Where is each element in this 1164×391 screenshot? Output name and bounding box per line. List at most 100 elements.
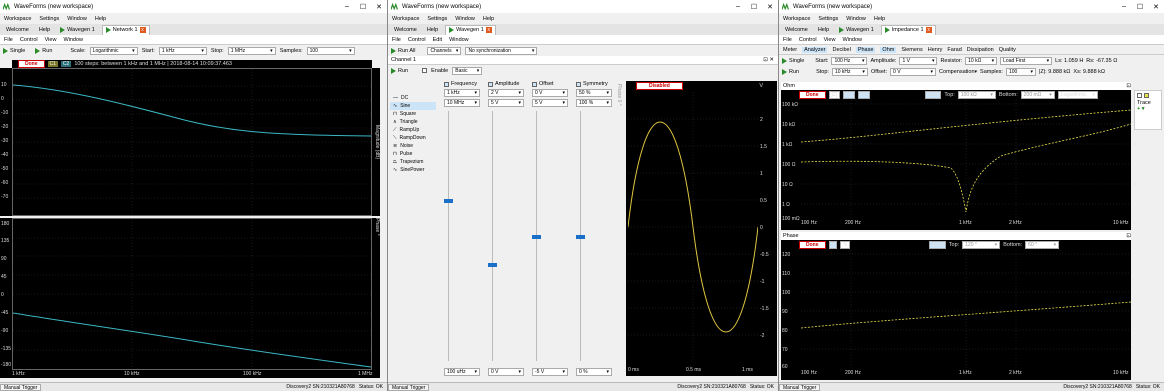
tab-welcome[interactable]: Welcome [782,25,811,35]
mode-phase[interactable]: Phase [855,46,876,53]
waveform-trapezium[interactable]: ⏢ Trapezium [390,158,436,166]
offset-select[interactable]: 0 V [890,67,937,76]
device-info[interactable]: Discovery2 SN:210321A80768 [677,384,745,390]
menu-workspace[interactable]: Workspace [392,16,419,22]
waveform-triangle[interactable]: ∧ Triangle [390,118,436,126]
resistor-select[interactable]: 10 kΩ [965,56,998,65]
submenu-edit[interactable]: Edit [433,37,442,43]
menu-settings[interactable]: Settings [818,16,838,22]
waveform-square[interactable]: ⊓ Square [390,110,436,118]
trace-checkbox[interactable] [1137,93,1142,98]
frequency-min[interactable]: 100 uHz [444,368,480,376]
maximize-icon[interactable]: ☐ [355,3,371,11]
symmetry-value[interactable]: 50 % [576,89,612,97]
waveform-pulse[interactable]: ⊓ Pulse [390,150,436,158]
mode-quality[interactable]: Quality [999,47,1016,53]
samples-select[interactable]: 100 [1005,67,1036,76]
channel-1-badge[interactable]: C1 [47,61,58,67]
ohm-scale-select[interactable]: Logarithmic [1057,90,1098,99]
scale-select[interactable]: Logarithmic [89,46,138,55]
tab-network[interactable]: Network 1x [101,24,150,35]
waveform-rampup[interactable]: ⟋ RampUp [390,126,436,134]
maximize-icon[interactable]: ☐ [746,3,762,11]
theta-toggle[interactable]: θ [828,240,838,249]
device-info[interactable]: Discovery2 SN:210321A80768 [1063,384,1131,390]
single-button[interactable]: Single [3,47,25,54]
tab-wavegen[interactable]: Wavegen 1x [445,24,496,35]
maximize-icon[interactable]: ☐ [1132,3,1148,11]
mode-meter[interactable]: Meter [783,47,797,53]
run-button[interactable]: Run [782,68,799,75]
manual-trigger-button[interactable]: Manual Trigger [388,383,430,391]
pin-icon[interactable]: ⊡ [1126,83,1131,89]
frequency-slider[interactable] [444,199,453,203]
phase-top-select[interactable]: 120 ° [962,240,1001,249]
submenu-control[interactable]: Control [799,37,817,43]
ohm-top-select[interactable]: 100 kΩ [957,90,996,99]
close-icon[interactable]: ✕ [1148,3,1164,11]
mode-henry[interactable]: Henry [928,47,943,53]
menu-help[interactable]: Help [874,16,885,22]
start-select[interactable]: 1 kHz [158,46,207,55]
submenu-window[interactable]: Window [449,37,469,43]
submenu-control[interactable]: Control [20,37,38,43]
mode-select[interactable]: Basic [452,66,483,75]
phase-edit-icon[interactable]: ✎ [840,240,851,249]
waveform-sine[interactable]: ∿ Sine [390,102,436,110]
menu-settings[interactable]: Settings [427,16,447,22]
mode-farad[interactable]: Farad [947,47,961,53]
submenu-view[interactable]: View [824,37,836,43]
waveform-rampdown[interactable]: ⟍ RampDown [390,134,436,142]
tab-help[interactable]: Help [36,25,53,35]
mode-ohm[interactable]: Ohm [880,46,897,53]
menu-settings[interactable]: Settings [39,16,59,22]
offset-checkbox[interactable] [532,81,537,87]
tab-help[interactable]: Help [815,25,832,35]
close-icon[interactable]: ✕ [762,3,778,11]
minimize-icon[interactable]: – [339,3,355,10]
compensation-menu[interactable]: Compensation [939,69,977,75]
tab-impedance[interactable]: Impedance 1x [880,24,936,35]
waveform-noise[interactable]: ≋ Noise [390,142,436,150]
channel-run-button[interactable]: Run [391,67,408,74]
device-info[interactable]: Discovery2 SN:210321A80768 [286,384,354,390]
phase-bottom-select[interactable]: 60 ° [1025,240,1060,249]
z-toggle[interactable]: |Z| [828,90,841,99]
ohm-bottom-select[interactable]: 200 mΩ [1020,90,1055,99]
waveform-dc[interactable]: — DC [390,94,436,102]
menu-help[interactable]: Help [483,16,494,22]
amplitude-max[interactable]: 5 V [488,99,524,107]
pin-icon[interactable]: ⊡ [1126,233,1131,239]
xs-toggle[interactable]: Xs [858,90,871,99]
stop-select[interactable]: 1 MHz [227,46,276,55]
sync-select[interactable]: No synchronization [465,46,538,55]
stop-select[interactable]: 10 kHz [831,67,868,76]
phase-plot[interactable] [12,218,372,370]
tab-wavegen[interactable]: Wavegen 1 [57,25,98,35]
submenu-file[interactable]: File [392,37,401,43]
symmetry-checkbox[interactable] [576,81,581,87]
amplitude-value[interactable]: 2 V [488,89,524,97]
submenu-view[interactable]: View [45,37,57,43]
waveform-sinepower[interactable]: ∿ SinePower [390,166,436,174]
offset-min[interactable]: -5 V [532,368,568,376]
submenu-window[interactable]: Window [842,37,862,43]
menu-window[interactable]: Window [455,16,475,22]
samples-select[interactable]: 100 [306,46,355,55]
load-select[interactable]: Load First [1000,56,1053,65]
amplitude-slider[interactable] [488,263,497,267]
single-button[interactable]: Single [782,57,804,64]
tab-help[interactable]: Help [424,25,441,35]
menu-workspace[interactable]: Workspace [783,16,810,22]
frequency-value[interactable]: 1 kHz [444,89,480,97]
frequency-checkbox[interactable] [444,81,449,87]
submenu-control[interactable]: Control [408,37,426,43]
menu-window[interactable]: Window [846,16,866,22]
channel-2-badge[interactable]: C2 [60,61,72,67]
submenu-window[interactable]: Window [63,37,83,43]
mode-siemens[interactable]: Siemens [901,47,922,53]
channels-select[interactable]: Channels [427,46,462,55]
tab-welcome[interactable]: Welcome [3,25,32,35]
ohm-auto-button[interactable]: Auto [925,90,942,99]
trace-color-swatch[interactable] [1144,93,1149,98]
